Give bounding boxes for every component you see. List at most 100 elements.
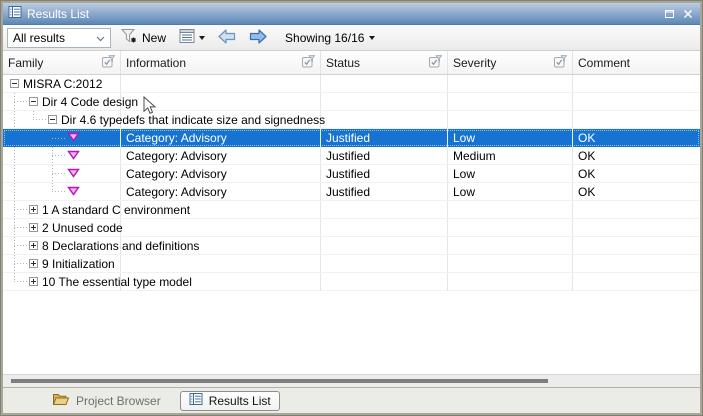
column-filter-icon[interactable]: [102, 55, 115, 71]
result-cell-status: Justified: [321, 183, 448, 200]
result-cell-family: [3, 129, 121, 147]
column-header-label: Status: [326, 56, 360, 70]
tree-row-label: 1 A standard C environment: [42, 203, 190, 217]
column-header-family[interactable]: Family: [3, 51, 121, 74]
list-view-icon: [179, 28, 195, 47]
next-result-button[interactable]: [246, 27, 270, 49]
result-cell-information: Category: Advisory: [121, 165, 321, 182]
window-title: Results List: [27, 7, 89, 21]
result-cell-comment: OK: [573, 165, 700, 182]
column-filter-icon[interactable]: [302, 55, 315, 71]
horizontal-scrollbar[interactable]: [3, 374, 700, 387]
result-row[interactable]: Category: AdvisoryJustifiedLowOK: [3, 165, 700, 183]
tree-indent: [3, 191, 52, 192]
previous-result-button[interactable]: [215, 27, 239, 49]
showing-dropdown[interactable]: Showing 16/16: [285, 31, 375, 45]
result-cell-family: [3, 165, 121, 182]
result-row[interactable]: Category: AdvisoryJustifiedLowOK: [3, 129, 700, 147]
result-cell-status: Justified: [321, 165, 448, 182]
column-header-information[interactable]: Information: [121, 51, 321, 74]
float-window-button[interactable]: [663, 8, 675, 20]
tab-project-browser-label: Project Browser: [76, 394, 161, 408]
results-filter-select[interactable]: All results: [7, 28, 111, 48]
result-cell-information: Category: Advisory: [121, 183, 321, 200]
result-row[interactable]: Category: AdvisoryJustifiedMediumOK: [3, 147, 700, 165]
filter-new-icon: [121, 28, 138, 47]
showing-label: Showing 16/16: [285, 31, 364, 45]
tree-row-label: Dir 4 Code design: [42, 95, 138, 109]
column-header-comment[interactable]: Comment: [573, 51, 700, 74]
result-cell-severity: Medium: [448, 147, 573, 164]
horizontal-scrollbar-thumb[interactable]: [11, 379, 548, 383]
collapse-toggle[interactable]: [29, 97, 38, 106]
tree-indent: [3, 245, 14, 246]
result-cell-family: [3, 147, 121, 164]
result-cell-comment: OK: [573, 147, 700, 164]
tab-project-browser[interactable]: Project Browser: [43, 391, 170, 411]
column-filter-icon[interactable]: [429, 55, 442, 71]
expand-toggle[interactable]: [29, 223, 38, 232]
expand-toggle[interactable]: [29, 241, 38, 250]
tree-group-row[interactable]: Dir 4.6 typedefs that indicate size and …: [3, 111, 700, 129]
result-cell-comment: OK: [573, 129, 700, 147]
tree-indent: [3, 263, 14, 264]
tree-row-label: 10 The essential type model: [42, 275, 192, 289]
tree-connector: [14, 281, 29, 282]
tree-connector: [14, 101, 29, 102]
tree-group-row[interactable]: MISRA C:2012: [3, 75, 700, 93]
new-filter-button[interactable]: New: [118, 26, 169, 49]
expand-toggle[interactable]: [29, 205, 38, 214]
collapse-toggle[interactable]: [10, 79, 19, 88]
tree-group-row[interactable]: 1 A standard C environment: [3, 201, 700, 219]
tree-group-row[interactable]: Dir 4 Code design: [3, 93, 700, 111]
tree-connector: [52, 173, 67, 174]
result-cell-comment: OK: [573, 183, 700, 200]
column-header-severity[interactable]: Severity: [448, 51, 573, 74]
tree-indent: [3, 83, 10, 84]
tree-indent: [3, 101, 14, 102]
results-list-tab-icon: [189, 392, 203, 409]
column-header-label: Severity: [453, 56, 496, 70]
column-header-status[interactable]: Status: [321, 51, 448, 74]
column-header-label: Comment: [578, 56, 630, 70]
view-options-button[interactable]: [176, 26, 208, 49]
result-cell-information: Category: Advisory: [121, 129, 321, 147]
tree-group-row[interactable]: 8 Declarations and definitions: [3, 237, 700, 255]
tree-indent: [3, 119, 33, 120]
tree-connector: [52, 138, 67, 139]
column-header-row: Family Information Status Severity Comment: [3, 51, 700, 75]
tree-connector: [52, 155, 67, 156]
tab-results-list[interactable]: Results List: [180, 391, 280, 411]
tree-connector: [14, 263, 29, 264]
tree-row-label: MISRA C:2012: [23, 77, 102, 91]
results-table: MISRA C:2012 Dir 4 Code design Dir 4.6 typ…: [3, 75, 700, 374]
results-list-icon: [8, 5, 22, 22]
result-row[interactable]: Category: AdvisoryJustifiedLowOK: [3, 183, 700, 201]
result-cell-information: Category: Advisory: [121, 147, 321, 164]
titlebar[interactable]: Results List: [3, 3, 700, 25]
project-browser-icon: [52, 392, 70, 410]
tree-group-row[interactable]: 10 The essential type model: [3, 273, 700, 291]
tree-row-label: Dir 4.6 typedefs that indicate size and …: [61, 113, 325, 127]
advisory-triangle-icon: [67, 149, 80, 163]
tree-group-row[interactable]: 2 Unused code: [3, 219, 700, 237]
results-filter-value: All results: [13, 31, 65, 45]
chevron-down-icon: [96, 31, 105, 45]
tree-indent: [3, 209, 14, 210]
results-list-window: Results List All result: [0, 0, 703, 416]
tree-connector: [33, 119, 48, 120]
column-header-label: Information: [126, 56, 186, 70]
tree-indent: [3, 173, 52, 174]
result-cell-status: Justified: [321, 129, 448, 147]
window-controls: [663, 8, 694, 20]
window-content: Results List All result: [3, 3, 700, 413]
tree-group-row[interactable]: 9 Initialization: [3, 255, 700, 273]
expand-toggle[interactable]: [29, 259, 38, 268]
collapse-toggle[interactable]: [48, 115, 57, 124]
showing-caret-icon: [369, 36, 375, 40]
column-filter-icon[interactable]: [554, 55, 567, 71]
tree-indent: [3, 138, 52, 139]
close-window-button[interactable]: [682, 8, 694, 20]
view-options-caret-icon: [199, 36, 205, 40]
expand-toggle[interactable]: [29, 277, 38, 286]
